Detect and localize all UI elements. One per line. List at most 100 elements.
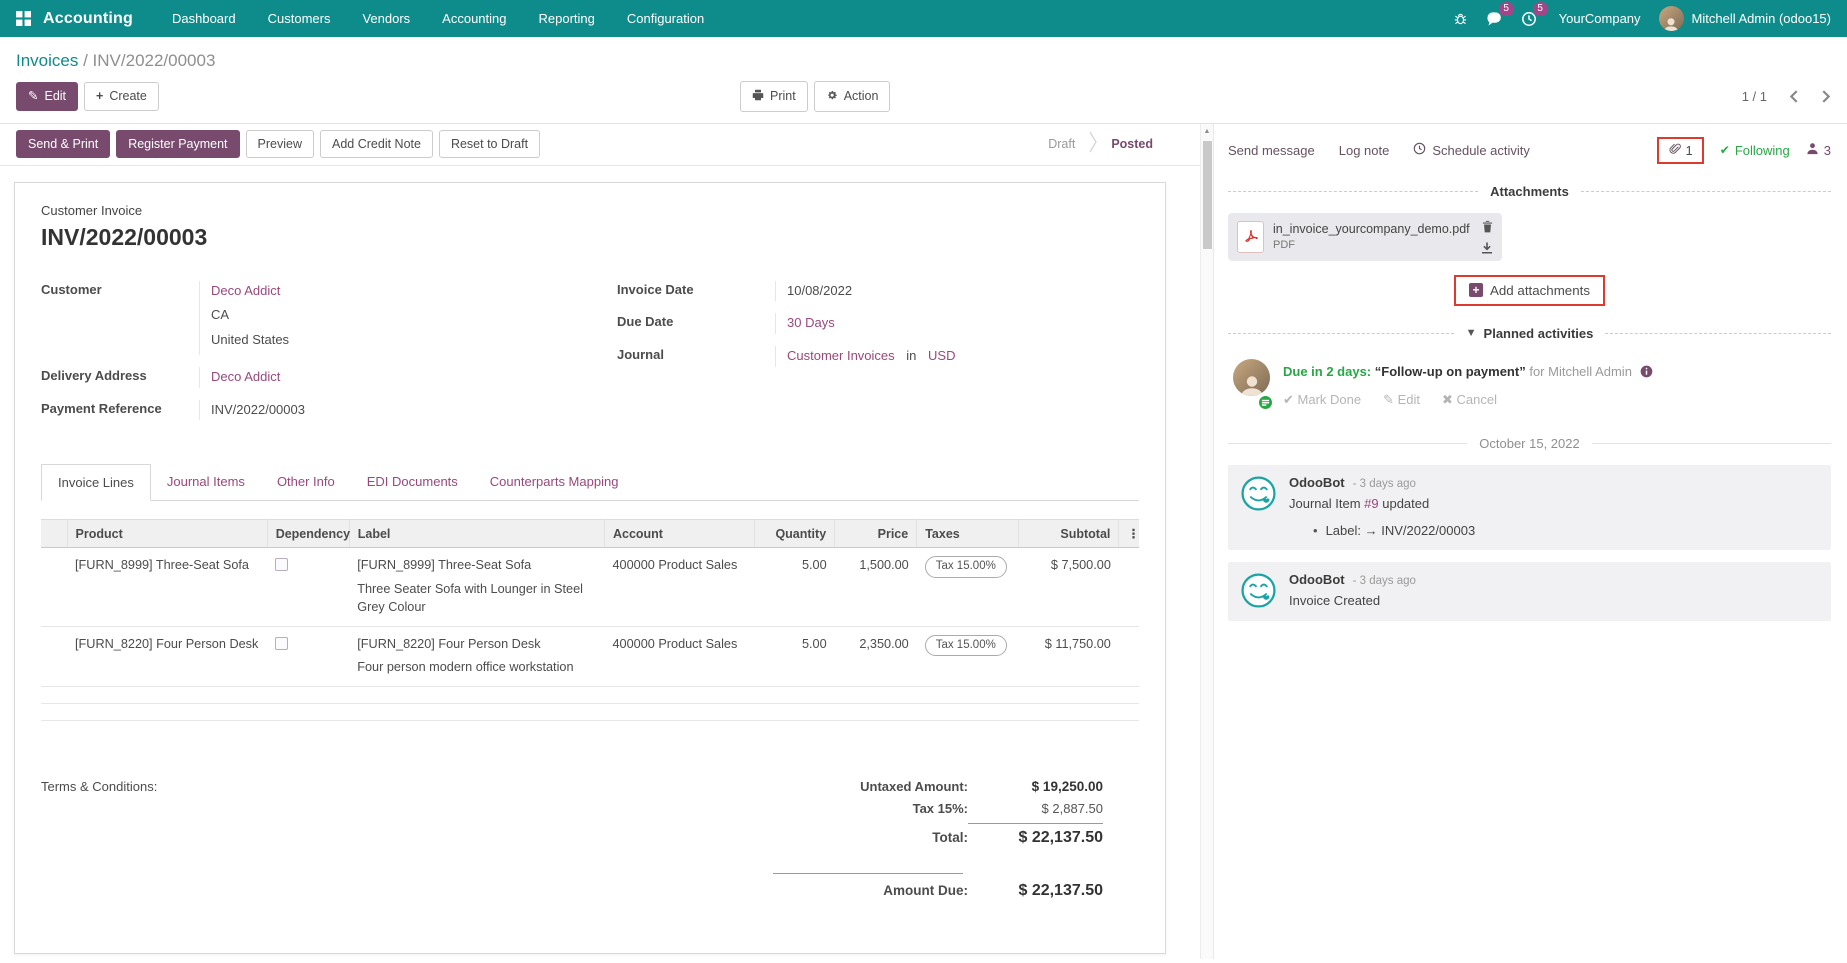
schedule-activity-button[interactable]: Schedule activity bbox=[1413, 142, 1530, 158]
message-tracking-value: •Label: → INV/2022/00003 bbox=[1289, 523, 1819, 538]
menu-vendors[interactable]: Vendors bbox=[349, 2, 423, 35]
state-posted[interactable]: Posted bbox=[1111, 137, 1153, 151]
pager-previous-icon[interactable] bbox=[1789, 90, 1798, 103]
attachment-count: 1 bbox=[1686, 143, 1693, 158]
column-options-icon[interactable]: ⋮ bbox=[1119, 520, 1139, 548]
pager: 1 / 1 bbox=[1742, 89, 1831, 104]
following-button[interactable]: ✔ Following bbox=[1720, 143, 1790, 158]
add-credit-note-button[interactable]: Add Credit Note bbox=[320, 130, 433, 159]
menu-configuration[interactable]: Configuration bbox=[614, 2, 717, 35]
mark-done-button[interactable]: ✔ Mark Done bbox=[1283, 392, 1361, 408]
currency-link[interactable]: USD bbox=[928, 348, 955, 363]
chatter-message: OdooBot - 3 days ago Journal Item #9 upd… bbox=[1228, 465, 1831, 550]
send-and-print-button[interactable]: Send & Print bbox=[16, 130, 110, 159]
date-divider: October 15, 2022 bbox=[1228, 436, 1831, 451]
create-button[interactable]: + Create bbox=[84, 82, 159, 111]
tab-journal-items[interactable]: Journal Items bbox=[151, 464, 261, 501]
journal-link[interactable]: Customer Invoices bbox=[787, 348, 895, 363]
attachment-filename[interactable]: in_invoice_yourcompany_demo.pdf bbox=[1273, 222, 1472, 236]
action-button[interactable]: Action bbox=[814, 81, 891, 112]
status-widget: Draft Posted bbox=[1048, 131, 1153, 158]
tab-invoice-lines[interactable]: Invoice Lines bbox=[41, 464, 151, 501]
activities-clock-icon[interactable]: 5 bbox=[1521, 11, 1537, 27]
pager-next-icon[interactable] bbox=[1822, 90, 1831, 103]
customer-link[interactable]: Deco Addict bbox=[211, 283, 280, 298]
message-author[interactable]: OdooBot bbox=[1289, 572, 1345, 587]
company-switcher[interactable]: YourCompany bbox=[1559, 11, 1641, 26]
printer-icon bbox=[752, 89, 764, 104]
register-payment-button[interactable]: Register Payment bbox=[116, 130, 239, 159]
total-value: $ 22,137.50 bbox=[968, 829, 1103, 847]
scrollbar-up-icon[interactable]: ▲ bbox=[1201, 124, 1213, 135]
activity-due-text: Due in 2 days: bbox=[1283, 364, 1371, 379]
print-button[interactable]: Print bbox=[740, 81, 808, 112]
menu-accounting[interactable]: Accounting bbox=[429, 2, 519, 35]
tab-counterparts-mapping[interactable]: Counterparts Mapping bbox=[474, 464, 635, 501]
debug-bug-icon[interactable] bbox=[1453, 11, 1468, 26]
app-title[interactable]: Accounting bbox=[43, 10, 133, 28]
messages-icon[interactable]: 5 bbox=[1486, 11, 1503, 26]
add-attachments-button[interactable]: + Add attachments bbox=[1454, 275, 1605, 306]
delivery-address-link[interactable]: Deco Addict bbox=[211, 369, 280, 384]
dependency-checkbox[interactable] bbox=[275, 558, 288, 571]
reset-to-draft-button[interactable]: Reset to Draft bbox=[439, 130, 540, 159]
breadcrumb-separator: / bbox=[78, 51, 92, 70]
amount-due-label: Amount Due: bbox=[883, 883, 968, 898]
message-time: - 3 days ago bbox=[1353, 478, 1416, 490]
user-avatar bbox=[1659, 6, 1684, 31]
activity-cancel-button[interactable]: ✖ Cancel bbox=[1442, 392, 1497, 408]
state-draft[interactable]: Draft bbox=[1048, 137, 1075, 151]
info-icon[interactable] bbox=[1640, 366, 1653, 381]
attachments-counter-button[interactable]: 1 bbox=[1657, 137, 1704, 164]
activity-user-avatar bbox=[1233, 359, 1270, 396]
journal-item-link[interactable]: #9 bbox=[1364, 496, 1378, 511]
customer-country: United States bbox=[211, 330, 593, 351]
log-note-button[interactable]: Log note bbox=[1339, 143, 1390, 158]
gear-icon bbox=[826, 89, 838, 104]
due-date-link[interactable]: 30 Days bbox=[787, 315, 835, 330]
invoice-fields: Customer Deco Addict CA United States De… bbox=[41, 281, 1139, 433]
delete-attachment-icon[interactable] bbox=[1482, 220, 1493, 233]
menu-reporting[interactable]: Reporting bbox=[526, 2, 608, 35]
empty-table-row bbox=[41, 703, 1139, 720]
invoice-number: INV/2022/00003 bbox=[41, 224, 1139, 251]
send-message-button[interactable]: Send message bbox=[1228, 143, 1315, 158]
scrollbar[interactable]: ▲ bbox=[1200, 124, 1213, 959]
menu-dashboard[interactable]: Dashboard bbox=[159, 2, 249, 35]
navbar-systray: 5 5 YourCompany Mitchell Admin (odoo15) bbox=[1453, 6, 1831, 31]
chatter-panel: Send message Log note Schedule activity … bbox=[1213, 124, 1847, 959]
attachments-title: Attachments bbox=[1490, 184, 1569, 199]
table-row[interactable]: [FURN_8220] Four Person Desk [FURN_8220]… bbox=[41, 626, 1139, 686]
control-panel: Invoices / INV/2022/00003 ✎ Edit + Creat… bbox=[0, 37, 1847, 124]
dependency-checkbox[interactable] bbox=[275, 637, 288, 650]
caret-down-icon[interactable]: ▼ bbox=[1466, 327, 1477, 339]
menu-customers[interactable]: Customers bbox=[255, 2, 344, 35]
planned-activities-divider: ▼ Planned activities bbox=[1228, 326, 1831, 341]
user-menu[interactable]: Mitchell Admin (odoo15) bbox=[1659, 6, 1831, 31]
odoobot-avatar bbox=[1240, 572, 1277, 609]
table-row[interactable]: [FURN_8999] Three-Seat Sofa [FURN_8999] … bbox=[41, 548, 1139, 626]
breadcrumb-invoices[interactable]: Invoices bbox=[16, 51, 78, 70]
statusbar: Send & Print Register Payment Preview Ad… bbox=[0, 124, 1213, 166]
check-icon: ✔ bbox=[1720, 143, 1730, 157]
planned-activities-title: Planned activities bbox=[1484, 326, 1594, 341]
totals-block: Untaxed Amount: $ 19,250.00 Tax 15%: $ 2… bbox=[773, 779, 1103, 907]
apps-grid-icon[interactable] bbox=[16, 11, 31, 26]
preview-button[interactable]: Preview bbox=[246, 130, 314, 159]
followers-count: 3 bbox=[1824, 143, 1831, 158]
field-invoice-date: Invoice Date 10/08/2022 bbox=[617, 281, 1139, 302]
activity-edit-button[interactable]: ✎ Edit bbox=[1383, 392, 1420, 408]
pager-counter[interactable]: 1 / 1 bbox=[1742, 89, 1767, 104]
notebook-tabs: Invoice Lines Journal Items Other Info E… bbox=[41, 464, 1139, 501]
tab-edi-documents[interactable]: EDI Documents bbox=[351, 464, 474, 501]
download-attachment-icon[interactable] bbox=[1481, 242, 1493, 254]
followers-button[interactable]: 3 bbox=[1806, 142, 1831, 158]
tab-other-info[interactable]: Other Info bbox=[261, 464, 351, 501]
message-author[interactable]: OdooBot bbox=[1289, 475, 1345, 490]
edit-button[interactable]: ✎ Edit bbox=[16, 82, 78, 111]
chatter-toolbar: Send message Log note Schedule activity … bbox=[1228, 137, 1831, 164]
breadcrumb: Invoices / INV/2022/00003 bbox=[0, 37, 1847, 71]
attachment-type: PDF bbox=[1273, 239, 1472, 251]
sheet-footer: Terms & Conditions: Untaxed Amount: $ 19… bbox=[41, 779, 1139, 907]
scrollbar-thumb[interactable] bbox=[1203, 141, 1212, 249]
